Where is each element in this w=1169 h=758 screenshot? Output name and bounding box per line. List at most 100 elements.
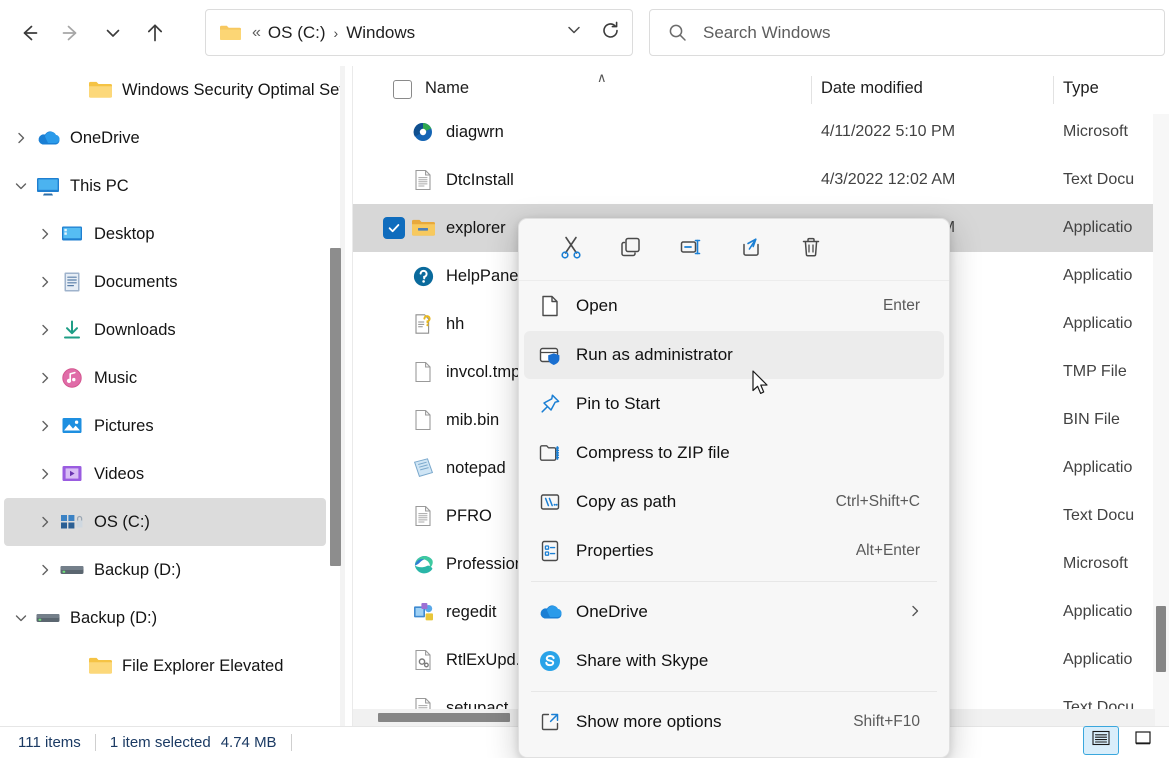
file-type: Applicatio [1063, 267, 1132, 285]
menu-item-onedrive[interactable]: OneDrive [524, 588, 944, 636]
videos-icon [58, 464, 86, 484]
folder-icon [219, 24, 241, 42]
menu-item-compress-to-zip-file[interactable]: Compress to ZIP file [524, 429, 944, 477]
sidebar-item-onedrive[interactable]: OneDrive [4, 114, 326, 162]
up-button[interactable] [134, 12, 176, 54]
show-more-icon [524, 710, 576, 734]
sidebar-item-documents[interactable]: Documents [4, 258, 326, 306]
chevron-down-icon [565, 21, 583, 44]
file-name: HelpPane [446, 267, 518, 286]
file-name: diagwrn [446, 123, 504, 142]
breadcrumb-overflow[interactable]: « [252, 24, 268, 42]
delete-button[interactable] [781, 228, 841, 272]
toolbar: « OS (C:) › Windows [0, 0, 1169, 66]
menu-item-share-with-skype[interactable]: Share with Skype [524, 637, 944, 685]
sidebar-item-backup-d[interactable]: Backup (D:) [4, 594, 326, 642]
breadcrumb-item-1[interactable]: Windows [346, 23, 415, 43]
column-separator [1053, 76, 1054, 104]
copy-button[interactable] [601, 228, 661, 272]
chevron-right-icon[interactable] [32, 563, 58, 577]
chevron-right-icon[interactable] [32, 323, 58, 337]
menu-item-label: Copy as path [576, 492, 676, 512]
chevron-right-icon[interactable] [32, 275, 58, 289]
menu-item-label: Compress to ZIP file [576, 443, 730, 463]
rename-button[interactable] [661, 228, 721, 272]
chevron-right-icon[interactable] [32, 467, 58, 481]
column-header-type[interactable]: Type [1063, 79, 1099, 98]
chevron-down-icon[interactable] [8, 611, 34, 625]
menu-item-properties[interactable]: PropertiesAlt+Enter [524, 527, 944, 575]
pin-icon [524, 392, 576, 416]
search-input[interactable]: Search Windows [703, 23, 831, 43]
zip-icon [524, 442, 576, 464]
chevron-right-icon[interactable] [8, 131, 34, 145]
sidebar-item-os-c[interactable]: OS (C:) [4, 498, 326, 546]
menu-item-copy-as-path[interactable]: Copy as pathCtrl+Shift+C [524, 478, 944, 526]
chevron-right-icon [908, 604, 922, 621]
menu-item-open[interactable]: OpenEnter [524, 282, 944, 330]
sidebar-item-label: This PC [70, 177, 129, 196]
copy-path-icon [524, 490, 576, 514]
sidebar-item-backup-d[interactable]: Backup (D:) [4, 546, 326, 594]
status-selection-size: 4.74 MB [221, 734, 277, 751]
sidebar-item-videos[interactable]: Videos [4, 450, 326, 498]
sidebar-item-label: Backup (D:) [94, 561, 181, 580]
chevron-right-icon[interactable] [32, 227, 58, 241]
view-toggle-group [1083, 726, 1161, 755]
sidebar-item-label: Music [94, 369, 137, 388]
blank-file-icon [410, 407, 436, 433]
share-button[interactable] [721, 228, 781, 272]
sidebar-scrollbar-thumb[interactable] [330, 248, 341, 566]
select-all-checkbox[interactable] [393, 80, 412, 99]
menu-item-pin-to-start[interactable]: Pin to Start [524, 380, 944, 428]
menu-item-shortcut: Enter [883, 297, 920, 315]
search-box[interactable]: Search Windows [649, 9, 1165, 56]
cut-button[interactable] [541, 228, 601, 272]
breadcrumb-item-0[interactable]: OS (C:) [268, 23, 326, 43]
filelist-vscroll-thumb[interactable] [1156, 606, 1166, 672]
sidebar-item-label: Pictures [94, 417, 154, 436]
file-date-modified: 4/11/2022 5:10 PM [821, 123, 955, 141]
sidebar-item-downloads[interactable]: Downloads [4, 306, 326, 354]
breadcrumb-separator: › [326, 25, 347, 41]
column-header-date-modified[interactable]: Date modified [821, 79, 923, 98]
address-dropdown-button[interactable] [557, 13, 591, 53]
sidebar-item-file-explorer-elevated[interactable]: File Explorer Elevated [4, 642, 326, 690]
chevron-down-icon[interactable] [8, 179, 34, 193]
file-type: Microsoft [1063, 123, 1128, 141]
column-separator [811, 76, 812, 104]
recent-locations-button[interactable] [92, 12, 134, 54]
sidebar-item-this-pc[interactable]: This PC [4, 162, 326, 210]
details-view-button[interactable] [1083, 726, 1119, 755]
address-bar[interactable]: « OS (C:) › Windows [205, 9, 633, 56]
dll-icon [410, 647, 436, 673]
file-name: hh [446, 315, 464, 334]
table-row[interactable]: DtcInstall4/3/2022 12:02 AMText Docu [353, 156, 1155, 204]
sidebar-item-pictures[interactable]: Pictures [4, 402, 326, 450]
filelist-hscroll-thumb[interactable] [378, 713, 510, 722]
status-divider [95, 734, 96, 751]
menu-item-label: Properties [576, 541, 653, 561]
sidebar-item-label: Desktop [94, 225, 155, 244]
sidebar-item-desktop[interactable]: Desktop [4, 210, 326, 258]
back-button[interactable] [8, 12, 50, 54]
file-type: Text Docu [1063, 507, 1134, 525]
blank-file-icon [410, 359, 436, 385]
column-header-name[interactable]: Name [425, 79, 469, 98]
sort-ascending-icon[interactable]: ∧ [597, 70, 607, 86]
mouse-cursor [752, 370, 772, 403]
sidebar-item-music[interactable]: Music [4, 354, 326, 402]
helppane-icon [410, 263, 436, 289]
menu-item-run-as-administrator[interactable]: Run as administrator [524, 331, 944, 379]
sidebar-item-windows-security-optimal-sett[interactable]: Windows Security Optimal Sett [4, 66, 326, 114]
table-row[interactable]: diagwrn 4/11/2022 5:10 PM Microsoft [353, 108, 1155, 156]
refresh-button[interactable] [591, 13, 629, 53]
row-checkbox[interactable] [383, 217, 405, 239]
forward-button[interactable] [50, 12, 92, 54]
large-icons-view-button[interactable] [1125, 726, 1161, 755]
chevron-right-icon[interactable] [32, 515, 58, 529]
pictures-icon [58, 416, 86, 436]
chevron-right-icon[interactable] [32, 419, 58, 433]
chevron-right-icon[interactable] [32, 371, 58, 385]
menu-item-show-more-options[interactable]: Show more optionsShift+F10 [524, 698, 944, 746]
